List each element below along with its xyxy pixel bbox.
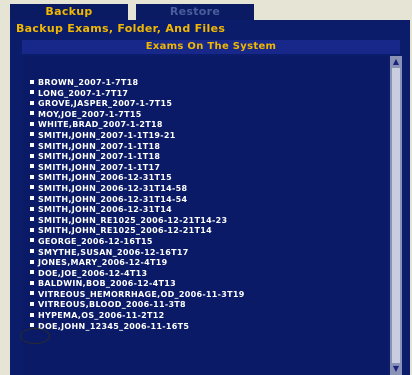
exam-item-label: BROWN_2007-1-7T18 — [38, 78, 139, 87]
exam-list-item[interactable]: SMYTHE,SUSAN_2006-12-16T17 — [22, 248, 388, 259]
exam-item-label: DOE,JOHN_12345_2006-11-16T5 — [38, 321, 190, 331]
exam-item-label: GEORGE_2006-12-16T15 — [38, 236, 153, 246]
exam-list-item[interactable]: GROVE,JASPER_2007-1-7T15 — [22, 99, 388, 110]
exam-list-item[interactable]: SMITH,JOHN_2007-1-1T17 — [22, 163, 388, 174]
bullet-icon — [30, 249, 34, 253]
bullet-icon — [30, 153, 34, 158]
exam-list-item[interactable]: DOE,JOE_2006-12-4T13 — [22, 269, 388, 280]
bullet-icon — [30, 291, 34, 296]
bullet-icon — [30, 227, 34, 232]
backup-window: Backup Restore Backup Exams, Folder, And… — [0, 0, 412, 375]
bullet-icon — [30, 174, 34, 179]
bullet-icon — [30, 121, 34, 126]
bullet-icon — [30, 270, 34, 275]
exam-list-item[interactable]: SMITH,JOHN_2006-12-31T14-54 — [22, 195, 388, 206]
bullet-icon — [30, 196, 34, 201]
backup-panel: Backup Exams, Folder, And Files Exams On… — [10, 20, 410, 375]
exam-item-label: SMITH,JOHN_2006-12-31T15 — [38, 173, 173, 183]
exam-list-item[interactable]: SMITH,JOHN_RE1025_2006-12-21T14-23 — [22, 216, 388, 227]
exam-list-item[interactable]: SMITH,JOHN_2007-1-1T18 — [22, 152, 388, 163]
exam-item-label: SMITH,JOHN_2007-1-1T19-21 — [38, 130, 176, 140]
exam-list-item[interactable]: DOE,JOHN_12345_2006-11-16T5 — [22, 322, 388, 333]
exam-item-label: HYPEMA,OS_2006-11-2T12 — [38, 311, 165, 321]
exam-item-label: GROVE,JASPER_2007-1-7T15 — [38, 99, 173, 109]
bullet-icon — [30, 185, 34, 190]
bullet-icon — [30, 217, 34, 222]
bullet-icon — [30, 323, 34, 328]
exam-list-item[interactable]: SMITH,JOHN_2006-12-31T14-58 — [22, 184, 388, 195]
exam-item-label: SMITH,JOHN_2007-1-1T18 — [38, 141, 161, 151]
bullet-icon — [30, 206, 34, 211]
exam-list-item[interactable]: SMITH,JOHN_2006-12-31T14 — [22, 205, 388, 216]
exam-item-label: SMITH,JOHN_2006-12-31T14-54 — [38, 194, 188, 204]
exam-list-item[interactable]: SMITH,JOHN_2006-12-31T15 — [22, 173, 388, 184]
exam-item-label: SMITH,JOHN_2006-12-31T14-58 — [38, 183, 188, 193]
exam-list-item[interactable]: SMITH,JOHN_2007-1-1T19-21 — [22, 131, 388, 142]
bullet-icon — [30, 259, 34, 264]
scrollbar[interactable]: ▲ ▼ — [390, 56, 402, 375]
exam-item-label: LONG_2007-1-7T17 — [38, 88, 129, 98]
exam-item-label: SMITH,JOHN_2006-12-31T14 — [38, 205, 173, 215]
bullet-icon — [30, 280, 34, 285]
exam-list-item[interactable]: VITREOUS,BLOOD_2006-11-3T8 — [22, 300, 388, 311]
list-top-padding — [22, 56, 388, 78]
exam-item-label: VITREOUS,BLOOD_2006-11-3T8 — [38, 300, 186, 310]
exam-list-item[interactable]: JONES,MARY_2006-12-4T19 — [22, 258, 388, 269]
bullet-icon — [30, 79, 34, 84]
exam-item-label: SMYTHE,SUSAN_2006-12-16T17 — [38, 247, 189, 257]
bullet-icon — [30, 132, 34, 137]
exam-list-item[interactable]: HYPEMA,OS_2006-11-2T12 — [22, 311, 388, 322]
bullet-icon — [30, 164, 34, 169]
exam-list-items: BROWN_2007-1-7T18 LONG_2007-1-7T17 GROVE,J… — [22, 78, 388, 332]
bullet-icon — [30, 90, 34, 95]
exam-list-item[interactable]: BROWN_2007-1-7T18 — [22, 78, 388, 89]
exam-item-label: SMITH,JOHN_RE1025_2006-12-21T14 — [38, 226, 213, 236]
exam-item-label: DOE,JOE_2006-12-4T13 — [38, 268, 148, 278]
exam-item-label: JONES,MARY_2006-12-4T19 — [38, 258, 168, 268]
bullet-icon — [30, 100, 34, 105]
exam-list-item[interactable]: VITREOUS_HEMORRHAGE,OD_2006-11-3T19 — [22, 290, 388, 301]
bullet-icon — [30, 238, 34, 243]
exam-item-label: SMITH,JOHN_2007-1-1T17 — [38, 162, 161, 172]
tab-backup[interactable]: Backup — [10, 4, 128, 20]
exam-list-item[interactable]: WHITE,BRAD_2007-1-2T18 — [22, 120, 388, 131]
scroll-down-arrow-icon[interactable]: ▼ — [391, 364, 401, 374]
tab-restore[interactable]: Restore — [136, 4, 254, 20]
exam-list[interactable]: BROWN_2007-1-7T18 LONG_2007-1-7T17 GROVE,J… — [22, 56, 388, 375]
exam-list-item[interactable]: GEORGE_2006-12-16T15 — [22, 237, 388, 248]
tab-bar: Backup Restore — [10, 4, 410, 20]
exam-list-item[interactable]: MOY,JOE_2007-1-7T15 — [22, 110, 388, 121]
scroll-up-arrow-icon[interactable]: ▲ — [391, 57, 401, 67]
exam-list-item[interactable]: SMITH,JOHN_RE1025_2006-12-21T14 — [22, 226, 388, 237]
exam-item-label: VITREOUS_HEMORRHAGE,OD_2006-11-3T19 — [38, 289, 245, 299]
exam-list-item[interactable]: LONG_2007-1-7T17 — [22, 89, 388, 100]
bullet-icon — [30, 301, 34, 306]
bullet-icon — [30, 312, 34, 317]
bullet-icon — [30, 143, 34, 148]
section-title: Backup Exams, Folder, And Files — [16, 22, 226, 35]
list-header: Exams On The System — [22, 40, 400, 54]
exam-item-label: WHITE,BRAD_2007-1-2T18 — [38, 120, 163, 130]
exam-item-label: BALDWIN,BOB_2006-12-4T13 — [38, 279, 176, 289]
scroll-track[interactable] — [392, 68, 400, 363]
exam-list-item[interactable]: BALDWIN,BOB_2006-12-4T13 — [22, 279, 388, 290]
exam-item-label: SMITH,JOHN_RE1025_2006-12-21T14-23 — [38, 215, 228, 225]
exam-list-item[interactable]: SMITH,JOHN_2007-1-1T18 — [22, 142, 388, 153]
exam-item-label: MOY,JOE_2007-1-7T15 — [38, 109, 142, 119]
bullet-icon — [30, 111, 34, 116]
highlight-circle — [20, 328, 50, 344]
exam-item-label: SMITH,JOHN_2007-1-1T18 — [38, 152, 161, 162]
